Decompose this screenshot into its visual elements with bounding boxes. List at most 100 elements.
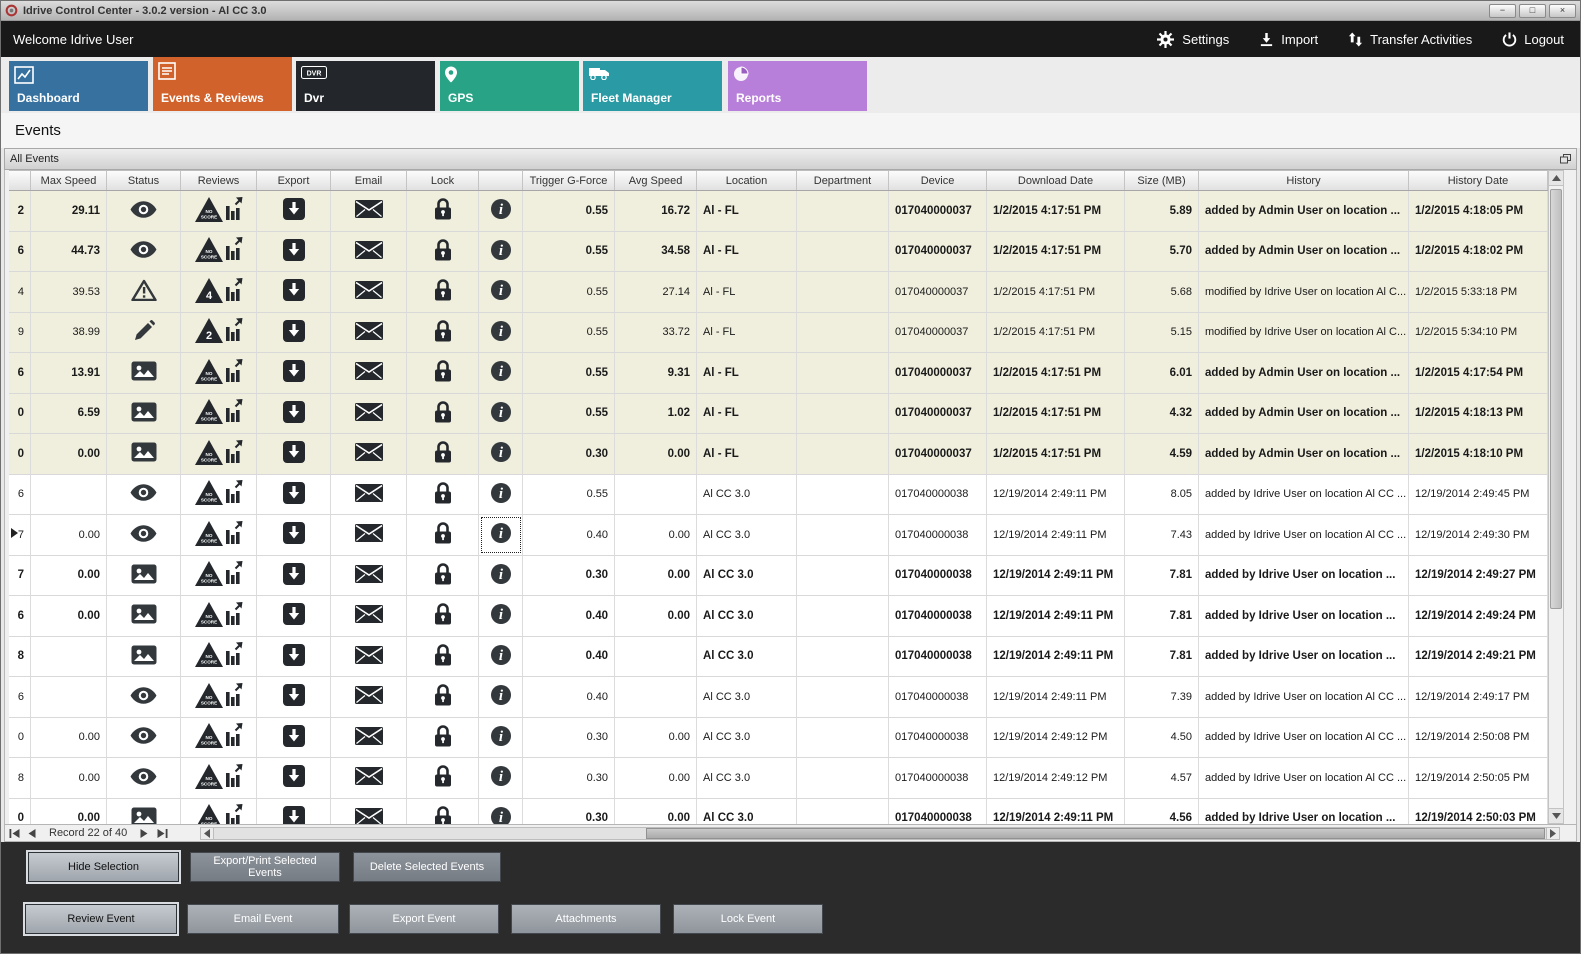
export-cell[interactable] bbox=[257, 718, 331, 758]
column-header-reviews[interactable]: Reviews bbox=[181, 171, 257, 190]
scroll-up-icon[interactable] bbox=[1549, 171, 1563, 186]
column-header-lock[interactable]: Lock bbox=[407, 171, 479, 190]
info-cell[interactable]: i bbox=[479, 677, 523, 717]
transfer-button[interactable]: Transfer Activities bbox=[1348, 31, 1472, 48]
column-header-status[interactable]: Status bbox=[107, 171, 181, 190]
email-cell[interactable] bbox=[331, 232, 407, 272]
lock-cell[interactable] bbox=[407, 313, 479, 353]
table-row[interactable]: 70.00NOSCOREi0.300.00Al CC 3.00170400000… bbox=[9, 556, 1548, 597]
lock-cell[interactable] bbox=[407, 637, 479, 677]
table-row[interactable]: 00.00NOSCOREi0.300.00Al CC 3.00170400000… bbox=[9, 799, 1548, 825]
reviews-cell[interactable]: NOSCORE bbox=[181, 353, 257, 393]
email-cell[interactable] bbox=[331, 637, 407, 677]
tab-fleet[interactable]: Fleet Manager bbox=[583, 61, 722, 111]
table-row[interactable]: 8NOSCOREi0.40Al CC 3.001704000003812/19/… bbox=[9, 637, 1548, 678]
lock-cell[interactable] bbox=[407, 758, 479, 798]
reviews-cell[interactable]: NOSCORE bbox=[181, 515, 257, 555]
tab-gps[interactable]: GPS bbox=[440, 61, 579, 111]
column-header-history[interactable]: History bbox=[1199, 171, 1409, 190]
info-cell[interactable]: i bbox=[479, 191, 523, 231]
status-cell[interactable] bbox=[107, 394, 181, 434]
status-cell[interactable] bbox=[107, 191, 181, 231]
lock-cell[interactable] bbox=[407, 191, 479, 231]
vertical-scroll-thumb[interactable] bbox=[1550, 189, 1562, 609]
email-cell[interactable] bbox=[331, 353, 407, 393]
info-cell[interactable]: i bbox=[479, 394, 523, 434]
delete-selected-events-button[interactable]: Delete Selected Events bbox=[353, 852, 501, 882]
column-header-blank[interactable] bbox=[9, 171, 31, 190]
email-cell[interactable] bbox=[331, 515, 407, 555]
email-cell[interactable] bbox=[331, 394, 407, 434]
status-cell[interactable] bbox=[107, 272, 181, 312]
table-row[interactable]: 6NOSCOREi0.40Al CC 3.001704000003812/19/… bbox=[9, 677, 1548, 718]
email-cell[interactable] bbox=[331, 434, 407, 474]
scroll-down-icon[interactable] bbox=[1549, 808, 1563, 823]
email-cell[interactable] bbox=[331, 758, 407, 798]
email-cell[interactable] bbox=[331, 596, 407, 636]
reviews-cell[interactable]: NOSCORE bbox=[181, 637, 257, 677]
export-cell[interactable] bbox=[257, 556, 331, 596]
restore-panel-icon[interactable] bbox=[1560, 154, 1571, 164]
export-cell[interactable] bbox=[257, 475, 331, 515]
email-cell[interactable] bbox=[331, 272, 407, 312]
info-cell[interactable]: i bbox=[479, 353, 523, 393]
column-header-avg-speed[interactable]: Avg Speed bbox=[615, 171, 697, 190]
reviews-cell[interactable]: NOSCORE bbox=[181, 475, 257, 515]
reviews-cell[interactable]: NOSCORE bbox=[181, 718, 257, 758]
export-print-selected-events-button[interactable]: Export/Print Selected Events bbox=[190, 852, 340, 882]
column-header-trigger-g-force[interactable]: Trigger G-Force bbox=[523, 171, 615, 190]
email-event-button[interactable]: Email Event bbox=[187, 904, 339, 934]
reviews-cell[interactable]: NOSCORE bbox=[181, 191, 257, 231]
column-header-history-date[interactable]: History Date bbox=[1409, 171, 1548, 190]
status-cell[interactable] bbox=[107, 515, 181, 555]
tab-events[interactable]: Events & Reviews bbox=[153, 57, 292, 111]
horizontal-scroll-thumb[interactable] bbox=[646, 828, 1545, 839]
status-cell[interactable] bbox=[107, 232, 181, 272]
table-row[interactable]: 00.00NOSCOREi0.300.00Al CC 3.00170400000… bbox=[9, 718, 1548, 759]
attachments-button[interactable]: Attachments bbox=[511, 904, 661, 934]
reviews-cell[interactable]: NOSCORE bbox=[181, 434, 257, 474]
export-cell[interactable] bbox=[257, 434, 331, 474]
table-row[interactable]: 80.00NOSCOREi0.300.00Al CC 3.00170400000… bbox=[9, 758, 1548, 799]
column-header-export[interactable]: Export bbox=[257, 171, 331, 190]
info-cell[interactable]: i bbox=[479, 637, 523, 677]
email-cell[interactable] bbox=[331, 191, 407, 231]
column-header-location[interactable]: Location bbox=[697, 171, 797, 190]
info-cell[interactable]: i bbox=[479, 556, 523, 596]
reviews-cell[interactable]: NOSCORE bbox=[181, 232, 257, 272]
logout-button[interactable]: Logout bbox=[1502, 31, 1564, 48]
lock-cell[interactable] bbox=[407, 272, 479, 312]
lock-event-button[interactable]: Lock Event bbox=[673, 904, 823, 934]
column-header-max-speed[interactable]: Max Speed bbox=[31, 171, 107, 190]
lock-cell[interactable] bbox=[407, 515, 479, 555]
info-cell[interactable]: i bbox=[479, 313, 523, 353]
status-cell[interactable] bbox=[107, 718, 181, 758]
lock-cell[interactable] bbox=[407, 434, 479, 474]
horizontal-scrollbar[interactable] bbox=[200, 827, 1560, 840]
tab-reports[interactable]: Reports bbox=[728, 61, 867, 111]
export-cell[interactable] bbox=[257, 191, 331, 231]
export-cell[interactable] bbox=[257, 596, 331, 636]
email-cell[interactable] bbox=[331, 556, 407, 596]
reviews-cell[interactable]: NOSCORE bbox=[181, 556, 257, 596]
info-cell[interactable]: i bbox=[479, 799, 523, 825]
export-cell[interactable] bbox=[257, 515, 331, 555]
first-record-button[interactable] bbox=[5, 825, 23, 841]
info-cell[interactable]: i bbox=[479, 515, 523, 555]
reviews-cell[interactable]: NOSCORE bbox=[181, 394, 257, 434]
review-event-button[interactable]: Review Event bbox=[25, 904, 177, 934]
reviews-cell[interactable]: NOSCORE bbox=[181, 596, 257, 636]
email-cell[interactable] bbox=[331, 475, 407, 515]
maximize-button[interactable]: □ bbox=[1519, 4, 1546, 18]
column-header-blank[interactable] bbox=[479, 171, 523, 190]
export-cell[interactable] bbox=[257, 272, 331, 312]
table-row[interactable]: 439.534i0.5527.14Al - FL0170400000371/2/… bbox=[9, 272, 1548, 313]
status-cell[interactable] bbox=[107, 434, 181, 474]
export-cell[interactable] bbox=[257, 637, 331, 677]
lock-cell[interactable] bbox=[407, 232, 479, 272]
table-row[interactable]: 06.59NOSCOREi0.551.02Al - FL017040000037… bbox=[9, 394, 1548, 435]
table-row[interactable]: 938.992i0.5533.72Al - FL0170400000371/2/… bbox=[9, 313, 1548, 354]
column-header-download-date[interactable]: Download Date bbox=[987, 171, 1125, 190]
column-header-department[interactable]: Department bbox=[797, 171, 889, 190]
lock-cell[interactable] bbox=[407, 556, 479, 596]
